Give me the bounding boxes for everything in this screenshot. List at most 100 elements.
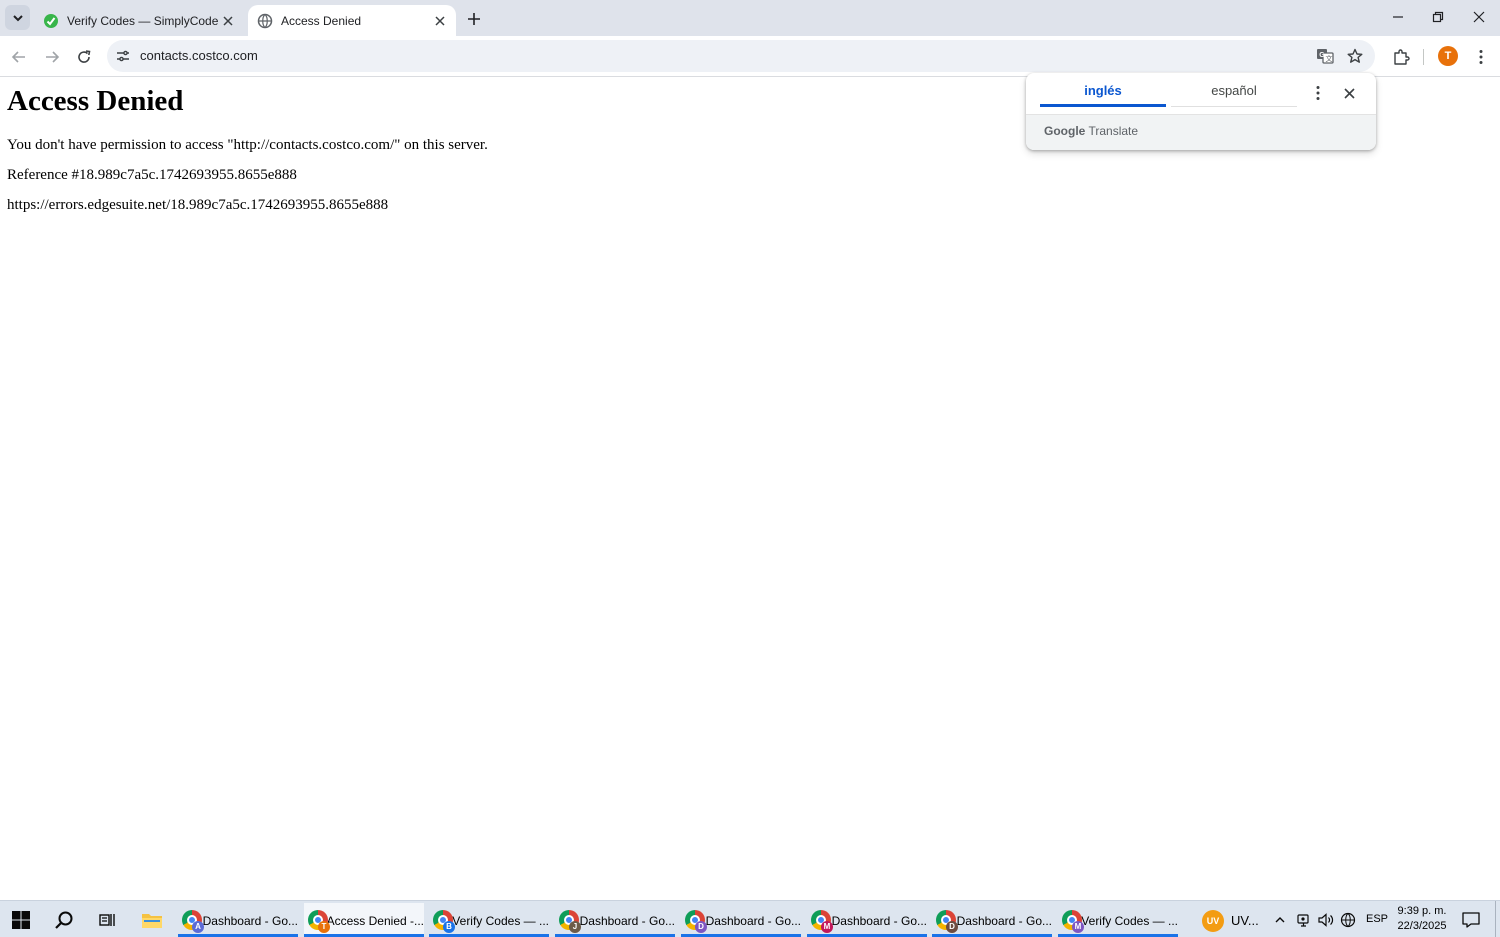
clock-date: 22/3/2025 [1397,920,1447,932]
google-translate-brand: Google Translate [1044,124,1139,138]
network-button[interactable] [1338,906,1358,934]
back-button[interactable] [5,43,33,71]
browser-toolbar: contacts.costco.com G文 T [0,36,1500,77]
arrow-right-icon [46,51,60,63]
profile-badge: J [569,920,581,933]
translate-options-button[interactable] [1309,84,1327,102]
error-url: https://errors.edgesuite.net/18.989c7a5c… [7,197,389,213]
volume-button[interactable] [1316,906,1336,934]
clock-time: 9:39 p. m. [1397,905,1447,917]
profile-badge: B [443,920,455,933]
forward-button[interactable] [38,43,66,71]
globe-icon [257,13,273,29]
plus-icon [468,13,480,25]
url-text[interactable]: contacts.costco.com [140,48,258,63]
tab-verify-codes[interactable]: Verify Codes — SimplyCodes [34,5,244,36]
menu-button[interactable] [1467,43,1495,71]
chrome-icon: D [685,909,707,933]
svg-text:文: 文 [1326,54,1333,63]
taskbar-app-label: Verify Codes — ... [452,913,549,928]
restore-button[interactable] [1418,0,1458,34]
globe-icon [1340,912,1356,928]
input-language-indicator[interactable]: ESP [1366,913,1388,925]
site-info-icon[interactable] [114,47,132,65]
camera-icon [1297,914,1309,927]
taskbar-app-label: Dashboard - Go... [705,913,801,928]
speaker-icon [1318,913,1334,927]
new-tab-button[interactable] [462,7,486,31]
chrome-icon: D [936,909,958,933]
svg-text:G: G [1319,52,1325,59]
tab-strip: Verify Codes — SimplyCodes Access Denied [0,0,1500,36]
taskbar-app-chrome[interactable]: A Dashboard - Go... [178,903,298,937]
chrome-icon: A [182,909,204,933]
task-view-icon [99,914,115,926]
minimize-icon [1393,16,1403,18]
target-language-tab[interactable]: español [1171,83,1297,107]
translate-popup: inglés español Google Translate [1026,73,1376,150]
tab-title: Verify Codes — SimplyCodes [67,13,218,28]
show-desktop-button[interactable] [1495,901,1500,937]
more-vertical-icon [1316,86,1320,100]
reload-button[interactable] [70,43,98,71]
extensions-button[interactable] [1387,43,1415,71]
start-button[interactable] [7,906,35,934]
taskbar-app-chrome[interactable]: B Verify Codes — ... [429,903,549,937]
taskbar-app-label: UV... [1231,913,1259,928]
folder-icon [142,914,162,928]
bookmark-star-icon[interactable] [1345,46,1365,66]
tab-search-button[interactable] [5,5,30,30]
taskbar-app-label: Access Denied -... [326,913,424,928]
close-icon [1473,11,1485,23]
error-page-content: Access Denied You don't have permission … [7,84,488,227]
more-vertical-icon [1479,50,1483,64]
chevron-up-icon [1275,917,1285,923]
chrome-icon: M [811,909,833,933]
minimize-button[interactable] [1378,0,1418,34]
taskbar-app-label: Verify Codes — ... [1081,913,1178,928]
puzzle-icon [1394,49,1410,65]
taskbar-app-chrome[interactable]: M Verify Codes — ... [1058,903,1178,937]
profile-badge: T [318,920,330,933]
search-button[interactable] [50,906,78,934]
profile-badge: M [821,920,833,933]
close-tab-icon[interactable] [430,11,450,31]
chrome-icon: B [433,909,455,933]
taskbar-app-chrome[interactable]: M Dashboard - Go... [807,903,927,937]
uv-app-icon: UV [1202,909,1224,932]
windows-logo-icon [12,911,30,929]
notification-icon [1462,912,1480,928]
toolbar-divider [1423,49,1424,65]
simplycodes-logo-icon [43,13,59,29]
chrome-icon: T [308,909,330,933]
restore-icon [1432,11,1444,23]
error-message: You don't have permission to access "htt… [7,137,488,153]
tab-access-denied[interactable]: Access Denied [248,5,456,36]
address-bar[interactable]: contacts.costco.com G文 [107,40,1375,72]
taskbar-app-uv[interactable]: UV UV... [1198,903,1262,937]
translate-footer: Google Translate [1026,114,1376,150]
tab-title: Access Denied [281,13,362,28]
taskbar-app-chrome[interactable]: J Dashboard - Go... [555,903,675,937]
page-heading: Access Denied [7,85,184,117]
source-language-tab[interactable]: inglés [1040,83,1166,107]
translate-icon[interactable]: G文 [1315,46,1335,66]
show-hidden-icons-button[interactable] [1270,906,1290,934]
notifications-button[interactable] [1457,906,1485,934]
chevron-down-icon [12,14,23,21]
translate-close-button[interactable] [1340,84,1358,102]
clock[interactable]: 9:39 p. m. 22/3/2025 [1394,904,1450,934]
taskbar-app-label: Dashboard - Go... [579,913,675,928]
file-explorer-button[interactable] [138,906,166,934]
taskbar-app-chrome[interactable]: T Access Denied -... [304,903,424,937]
windows-taskbar: A Dashboard - Go... T Access Denied -... B Ve… [0,900,1500,937]
meet-now-button[interactable] [1294,906,1314,934]
chrome-icon: J [559,909,581,933]
close-tab-icon[interactable] [218,11,238,31]
search-icon [55,911,73,929]
profile-avatar[interactable]: T [1438,46,1458,66]
taskbar-app-chrome[interactable]: D Dashboard - Go... [932,903,1052,937]
task-view-button[interactable] [93,906,121,934]
taskbar-app-chrome[interactable]: D Dashboard - Go... [681,903,801,937]
close-window-button[interactable] [1459,0,1499,34]
